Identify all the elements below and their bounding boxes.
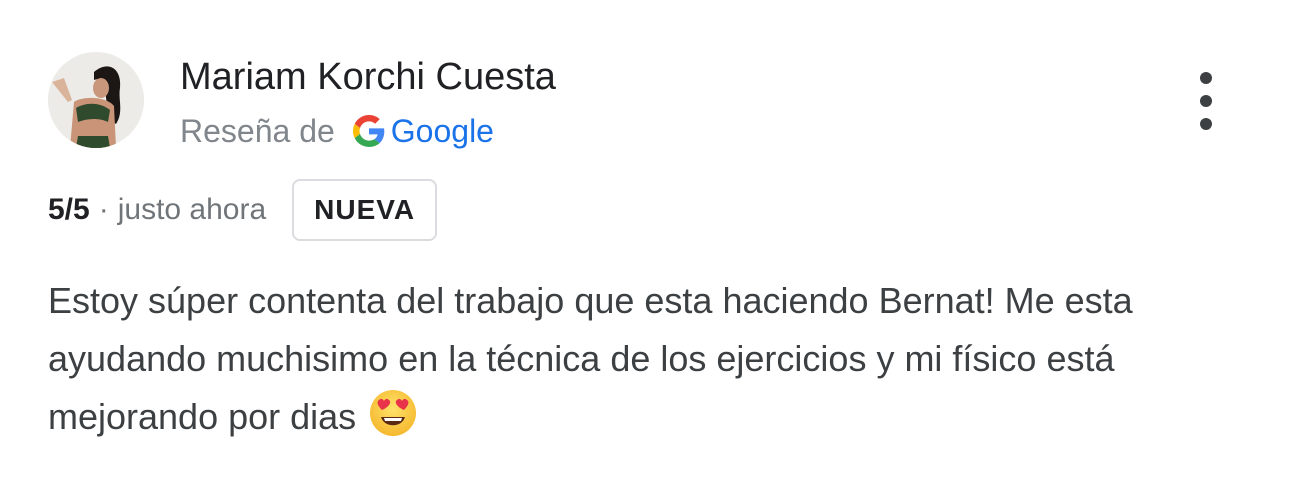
avatar[interactable] <box>48 52 144 148</box>
menu-dot <box>1200 72 1212 84</box>
more-vertical-icon[interactable] <box>1186 72 1226 130</box>
google-g-icon <box>352 115 385 147</box>
menu-dot <box>1200 118 1212 130</box>
review-source: Reseña de Google <box>180 110 494 152</box>
new-badge: NUEVA <box>292 179 438 241</box>
source-prefix: Reseña de <box>180 112 335 149</box>
separator: · <box>98 193 109 226</box>
author-name[interactable]: Mariam Korchi Cuesta <box>180 54 556 100</box>
review-meta: 5/5 · justo ahora NUEVA <box>48 178 438 242</box>
source-name: Google <box>390 112 494 149</box>
review-text: Estoy súper contenta del trabajo que est… <box>48 280 1133 437</box>
rating: 5/5 <box>48 193 90 226</box>
review-text-block: Estoy súper contenta del trabajo que est… <box>48 272 1248 446</box>
review-card: Mariam Korchi Cuesta Reseña de Google 5/… <box>0 0 1290 479</box>
menu-dot <box>1200 95 1212 107</box>
review-time: justo ahora <box>117 193 267 226</box>
heart-eyes-emoji <box>368 388 418 438</box>
avatar-photo <box>48 52 144 148</box>
